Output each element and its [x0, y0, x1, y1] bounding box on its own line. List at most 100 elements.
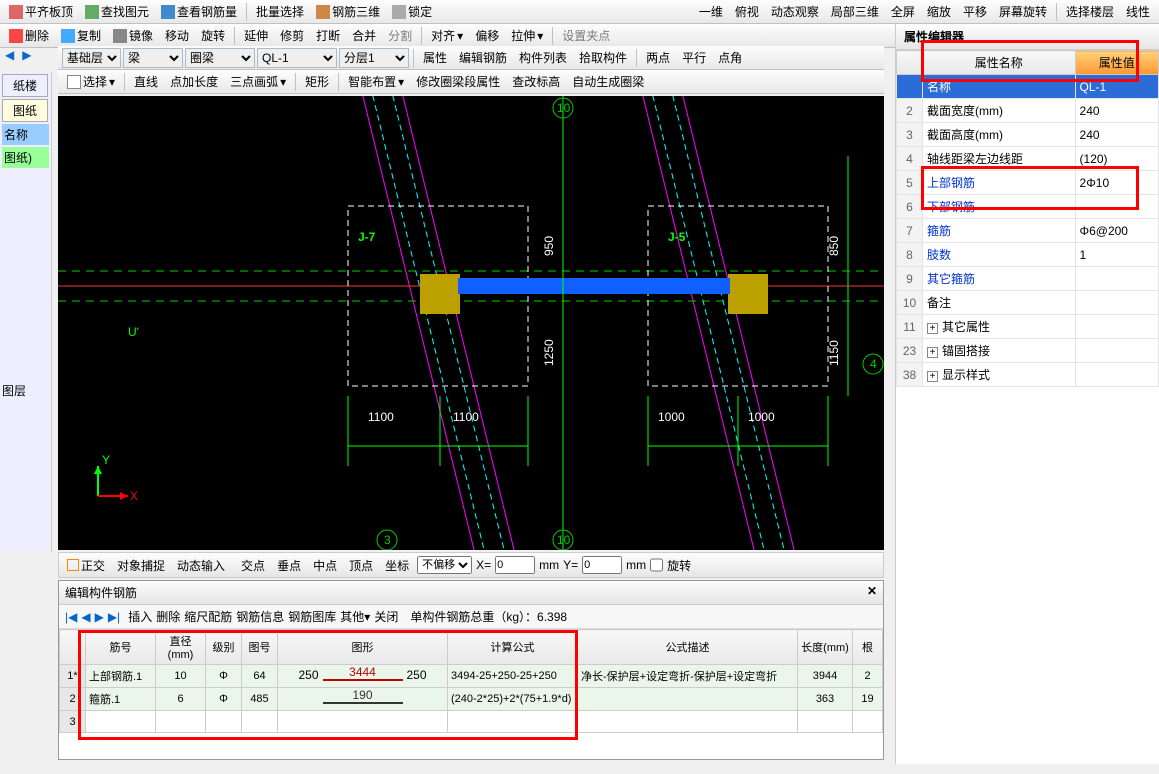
rebar-nav-prev[interactable]: ◀: [81, 610, 90, 624]
nav-left[interactable]: ◀: [2, 48, 17, 62]
rebar-other[interactable]: 其他▾: [340, 608, 370, 625]
status-ortho[interactable]: 正交: [63, 557, 109, 574]
btn-offset[interactable]: 偏移: [470, 24, 504, 47]
status-cross[interactable]: 交点: [237, 557, 269, 574]
btn-tr-4[interactable]: 全屏: [886, 0, 920, 23]
btn-move[interactable]: 移动: [160, 24, 194, 47]
rebar-lib[interactable]: 钢筋图库: [288, 608, 336, 625]
status-offset-select[interactable]: 不偏移: [417, 556, 472, 574]
btn-smart-layout[interactable]: 智能布置▾: [343, 70, 409, 93]
nav-right[interactable]: ▶: [19, 48, 34, 62]
btn-align[interactable]: 对齐▾: [426, 24, 468, 47]
status-coord[interactable]: 坐标: [381, 557, 413, 574]
status-perp[interactable]: 垂点: [273, 557, 305, 574]
btn-tl-5[interactable]: 锁定: [387, 0, 437, 23]
prop-row[interactable]: 4轴线距梁左边线距(120): [897, 147, 1159, 171]
btn-tr-0[interactable]: 一维: [694, 0, 728, 23]
sel-base-layer[interactable]: 基础层: [62, 48, 121, 68]
prop-row[interactable]: 23+锚固搭接: [897, 339, 1159, 363]
btn-tr-5[interactable]: 缩放: [922, 0, 956, 23]
btn-stretch[interactable]: 拉伸▾: [506, 24, 548, 47]
btn-props[interactable]: 属性: [418, 46, 452, 69]
status-y-input[interactable]: [582, 556, 622, 574]
btn-tl-3[interactable]: 批量选择: [251, 0, 309, 23]
left-tab-drawing[interactable]: 图纸: [2, 99, 48, 122]
rebar-nav-last[interactable]: ▶|: [108, 610, 120, 624]
btn-point-angle[interactable]: 点角: [713, 46, 747, 69]
status-dyn[interactable]: 动态输入: [173, 557, 229, 574]
prop-row[interactable]: 7箍筋Φ6@200: [897, 219, 1159, 243]
btn-tr-9[interactable]: 线性: [1121, 0, 1155, 23]
prop-row[interactable]: 38+显示样式: [897, 363, 1159, 387]
btn-auto-ring[interactable]: 自动生成圈梁: [567, 70, 649, 93]
rebar-row[interactable]: 3: [60, 711, 883, 733]
btn-grip[interactable]: 设置夹点: [557, 24, 615, 47]
prop-row[interactable]: 5上部钢筋2Φ10: [897, 171, 1159, 195]
btn-tl-4[interactable]: 钢筋三维: [311, 0, 385, 23]
btn-edit-rebar[interactable]: 编辑钢筋: [454, 46, 512, 69]
prop-row[interactable]: 8肢数1: [897, 243, 1159, 267]
btn-rotate[interactable]: 旋转: [196, 24, 230, 47]
rebar-nav-first[interactable]: |◀: [65, 610, 77, 624]
prop-row[interactable]: 9其它箍筋: [897, 267, 1159, 291]
left-tab-paper[interactable]: 纸楼: [2, 74, 48, 97]
sel-floor[interactable]: 分层1: [339, 48, 409, 68]
status-x-input[interactable]: [495, 556, 535, 574]
btn-rect[interactable]: 矩形: [300, 70, 334, 93]
btn-member-list[interactable]: 构件列表: [514, 46, 572, 69]
btn-tr-3[interactable]: 局部三维: [826, 0, 884, 23]
btn-join[interactable]: 合并: [347, 24, 381, 47]
rebar-close[interactable]: 关闭: [374, 608, 398, 625]
rebar-row[interactable]: 1*上部钢筋.110Φ6425034442503494-25+250-25+25…: [60, 665, 883, 688]
svg-text:Y: Y: [102, 453, 110, 467]
left-drawings-row[interactable]: 图纸): [2, 147, 49, 168]
rebar-row[interactable]: 2箍筋.16Φ485190(240-2*25)+2*(75+1.9*d)3631…: [60, 688, 883, 711]
sel-category[interactable]: 梁: [123, 48, 183, 68]
prop-row[interactable]: 10备注: [897, 291, 1159, 315]
prop-row[interactable]: 11+其它属性: [897, 315, 1159, 339]
rebar-info[interactable]: 钢筋信息: [236, 608, 284, 625]
rebar-nav-next[interactable]: ▶: [95, 610, 104, 624]
btn-trim[interactable]: 修剪: [275, 24, 309, 47]
btn-break[interactable]: 打断: [311, 24, 345, 47]
btn-mod-ring-seg[interactable]: 修改圈梁段属性: [411, 70, 505, 93]
btn-parallel[interactable]: 平行: [677, 46, 711, 69]
rebar-table[interactable]: 筋号直径(mm)级别图号图形计算公式公式描述长度(mm)根 1*上部钢筋.110…: [59, 629, 883, 733]
btn-twopoint[interactable]: 两点: [641, 46, 675, 69]
btn-tl-2[interactable]: 查看钢筋量: [156, 0, 242, 23]
drawing-canvas[interactable]: J-7 J-5 U' 1100 1100 1000 1000 950 1250 …: [58, 96, 884, 550]
btn-tr-6[interactable]: 平移: [958, 0, 992, 23]
sel-member[interactable]: QL-1: [257, 48, 337, 68]
btn-pick-member[interactable]: 拾取构件: [574, 46, 632, 69]
btn-select[interactable]: 选择▾: [62, 70, 120, 93]
btn-copy[interactable]: 复制: [56, 24, 106, 47]
prop-row[interactable]: 6下部钢筋: [897, 195, 1159, 219]
prop-table[interactable]: 属性名称 属性值 名称QL-12截面宽度(mm)2403截面高度(mm)2404…: [896, 50, 1159, 387]
btn-tr-1[interactable]: 俯视: [730, 0, 764, 23]
rebar-insert[interactable]: 插入: [128, 608, 152, 625]
btn-extend[interactable]: 延伸: [239, 24, 273, 47]
btn-tr-7[interactable]: 屏幕旋转: [994, 0, 1052, 23]
sel-subcategory[interactable]: 圈梁: [185, 48, 255, 68]
btn-point-length[interactable]: 点加长度: [165, 70, 223, 93]
btn-tr-2[interactable]: 动态观察: [766, 0, 824, 23]
status-top[interactable]: 顶点: [345, 557, 377, 574]
rebar-delete[interactable]: 删除: [156, 608, 180, 625]
btn-arc3pt[interactable]: 三点画弧▾: [225, 70, 291, 93]
prop-row[interactable]: 2截面宽度(mm)240: [897, 99, 1159, 123]
prop-row[interactable]: 名称QL-1: [897, 75, 1159, 99]
prop-row[interactable]: 3截面高度(mm)240: [897, 123, 1159, 147]
status-osnap[interactable]: 对象捕捉: [113, 557, 169, 574]
btn-line[interactable]: 直线: [129, 70, 163, 93]
btn-tl-0[interactable]: 平齐板顶: [4, 0, 78, 23]
rebar-close-icon[interactable]: ✕: [867, 584, 877, 601]
btn-delete[interactable]: 删除: [4, 24, 54, 47]
btn-check-elev[interactable]: 查改标高: [507, 70, 565, 93]
status-rot-check[interactable]: [650, 556, 663, 574]
btn-tr-8[interactable]: 选择楼层: [1061, 0, 1119, 23]
btn-mirror[interactable]: 镜像: [108, 24, 158, 47]
rebar-scale[interactable]: 缩尺配筋: [184, 608, 232, 625]
btn-split[interactable]: 分割: [383, 24, 417, 47]
status-mid[interactable]: 中点: [309, 557, 341, 574]
btn-tl-1[interactable]: 查找图元: [80, 0, 154, 23]
